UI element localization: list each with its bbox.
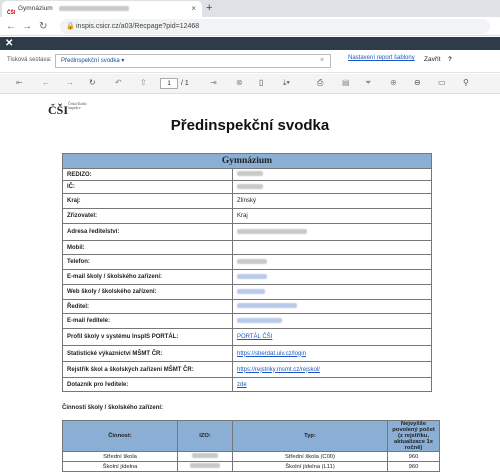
refresh-icon[interactable]: ↻ xyxy=(89,77,96,89)
questionnaire-link[interactable]: zde xyxy=(237,382,247,388)
row-key: Ředitel: xyxy=(62,299,233,314)
row-key: Profil školy v systému InspIS PORTÁL: xyxy=(62,328,233,346)
lock-icon: 🔒 xyxy=(66,23,75,30)
page-number-input[interactable]: 1 xyxy=(160,78,178,89)
row-value xyxy=(232,299,432,314)
report-label: Tisková sestava: xyxy=(7,57,52,63)
row-value: Zlínský xyxy=(232,193,432,209)
row-value: zde xyxy=(232,377,432,392)
close-button[interactable]: Zavřít xyxy=(424,56,441,63)
col-header: IZO: xyxy=(177,420,233,452)
activity-type: Školní jídelna (L11) xyxy=(232,461,388,472)
page-total: / 1 xyxy=(181,80,189,87)
row-key: IČ: xyxy=(62,180,233,194)
row-key: Rejstřík škol a školských zařízení MŠMT … xyxy=(62,361,233,378)
tab-title-redacted xyxy=(58,5,129,11)
row-key: E-mail školy / školského zařízení: xyxy=(62,269,233,285)
logo-text: ČŠI xyxy=(48,103,69,117)
report-document: ČŠI Česká školní inspekce Předinspekční … xyxy=(0,95,500,473)
export-icon[interactable]: ⤓▾ xyxy=(283,77,290,89)
activity-type: Střední škola (C00) xyxy=(232,451,388,462)
row-key: Dotazník pro ředitele: xyxy=(62,377,233,392)
close-tab-icon[interactable]: × xyxy=(191,1,196,17)
activity-count: 960 xyxy=(387,451,440,462)
activity-izo xyxy=(177,451,233,462)
row-value xyxy=(232,240,432,255)
stop-icon[interactable]: ⊗ xyxy=(236,77,243,89)
url-field[interactable]: 🔒 inspis.csicr.cz/a03/Recpage?pid=12468 xyxy=(60,19,490,34)
row-key: REDIZO: xyxy=(62,168,233,181)
col-header: Typ: xyxy=(232,420,388,452)
activities-title: Činnosti školy / školského zařízení: xyxy=(62,405,164,411)
tab-title: Gymnázium xyxy=(18,5,53,12)
first-page-icon[interactable]: ⇤ xyxy=(16,77,23,89)
row-value: PORTÁL ČŠI xyxy=(232,328,432,346)
filter-icon[interactable]: ⏷ xyxy=(365,77,371,89)
col-header: Nejvyšše povolený počet (z rejstříku, ak… xyxy=(387,420,440,452)
report-selection-bar: Tisková sestava: Předinspekční svodka ▾ … xyxy=(0,50,500,73)
help-button[interactable]: ? xyxy=(445,55,455,65)
print-icon[interactable]: ⎙ xyxy=(317,77,323,89)
page-title: Předinspekční svodka xyxy=(170,117,330,134)
row-key: Telefon: xyxy=(62,254,233,270)
browser-tab[interactable]: ČŠI Gymnázium × xyxy=(2,1,202,17)
new-tab-icon[interactable]: + xyxy=(206,0,212,16)
print-layout-icon[interactable]: ▤ xyxy=(342,77,350,89)
back-icon[interactable]: ↶ xyxy=(115,77,122,89)
row-key: Statistické výkaznictví MŠMT ČR: xyxy=(62,345,233,362)
last-page-icon[interactable]: ⇥ xyxy=(210,77,217,89)
document-map-icon[interactable]: ▯ xyxy=(259,77,263,89)
logo-subtitle: Česká školní inspekce xyxy=(68,102,87,111)
row-value xyxy=(232,313,432,329)
row-value: https://sberdat.uiv.cz/login xyxy=(232,345,432,362)
row-value xyxy=(232,180,432,194)
zoom-out-icon[interactable]: ⊖ xyxy=(414,77,421,89)
table-row: Školní jídelna Školní jídelna (L11) 960 xyxy=(62,461,440,472)
activities-table: Činnost: IZO: Typ: Nejvyšše povolený poč… xyxy=(62,420,440,472)
activity-name: Střední škola xyxy=(62,451,178,462)
row-key: E-mail ředitele: xyxy=(62,313,233,329)
clear-select-icon[interactable]: × xyxy=(320,54,324,68)
parent-report-icon[interactable]: ⇧ xyxy=(140,77,147,89)
report-select[interactable]: Předinspekční svodka ▾ xyxy=(55,54,331,68)
prev-page-icon[interactable]: ← xyxy=(42,77,50,89)
forward-icon[interactable]: → xyxy=(22,18,32,35)
row-key: Adresa ředitelství: xyxy=(62,223,233,241)
browser-tab-strip: ČŠI Gymnázium × + xyxy=(0,0,500,17)
row-value: https://rejstriky.msmt.cz/rejskol/ xyxy=(232,361,432,378)
row-key: Kraj: xyxy=(62,193,233,209)
row-key: Mobil: xyxy=(62,240,233,255)
row-value xyxy=(232,284,432,300)
row-value xyxy=(232,254,432,270)
report-viewer-toolbar: ⇤ ← → ↻ ↶ ⇧ 1 / 1 ⇥ ⊗ ▯ ⤓▾ ⎙ ▤ ⏷ ⊕ ⊖ ▭ ⚲ xyxy=(0,74,500,94)
back-icon[interactable]: ← xyxy=(6,18,16,35)
report-settings-link[interactable]: Nastavení report šablony xyxy=(348,55,415,61)
activity-name: Školní jídelna xyxy=(62,461,178,472)
url-text: inspis.csicr.cz/a03/Recpage?pid=12468 xyxy=(76,23,200,30)
row-value: Kraj xyxy=(232,208,432,224)
zoom-fit-icon[interactable]: ⊕ xyxy=(390,77,397,89)
activity-izo xyxy=(177,461,233,472)
next-page-icon[interactable]: → xyxy=(66,77,74,89)
row-key: Zřizovatel: xyxy=(62,208,233,224)
reload-icon[interactable]: ↻ xyxy=(39,18,47,35)
activity-count: 960 xyxy=(387,461,440,472)
row-value xyxy=(232,168,432,181)
row-key: Web školy / školského zařízení: xyxy=(62,284,233,300)
row-value xyxy=(232,223,432,241)
stat-link[interactable]: https://sberdat.uiv.cz/login xyxy=(237,351,306,357)
page-setup-icon[interactable]: ▭ xyxy=(438,77,446,89)
portal-link[interactable]: PORTÁL ČŠI xyxy=(237,334,272,340)
close-icon[interactable]: ✕ xyxy=(5,37,13,50)
app-header-bar: ✕ xyxy=(0,37,500,50)
address-bar-row: ← → ↻ 🔒 inspis.csicr.cz/a03/Recpage?pid=… xyxy=(0,17,500,36)
school-info-table: Gymnázium REDIZO: IČ: Kraj: Zlínský Zřizo… xyxy=(62,153,432,392)
rejstrik-link[interactable]: https://rejstriky.msmt.cz/rejskol/ xyxy=(237,367,320,373)
col-header: Činnost: xyxy=(62,420,178,452)
row-value xyxy=(232,269,432,285)
table-row: Střední škola Střední škola (C00) 960 xyxy=(62,451,440,462)
school-header: Gymnázium xyxy=(62,153,432,169)
search-icon[interactable]: ⚲ xyxy=(463,77,469,89)
